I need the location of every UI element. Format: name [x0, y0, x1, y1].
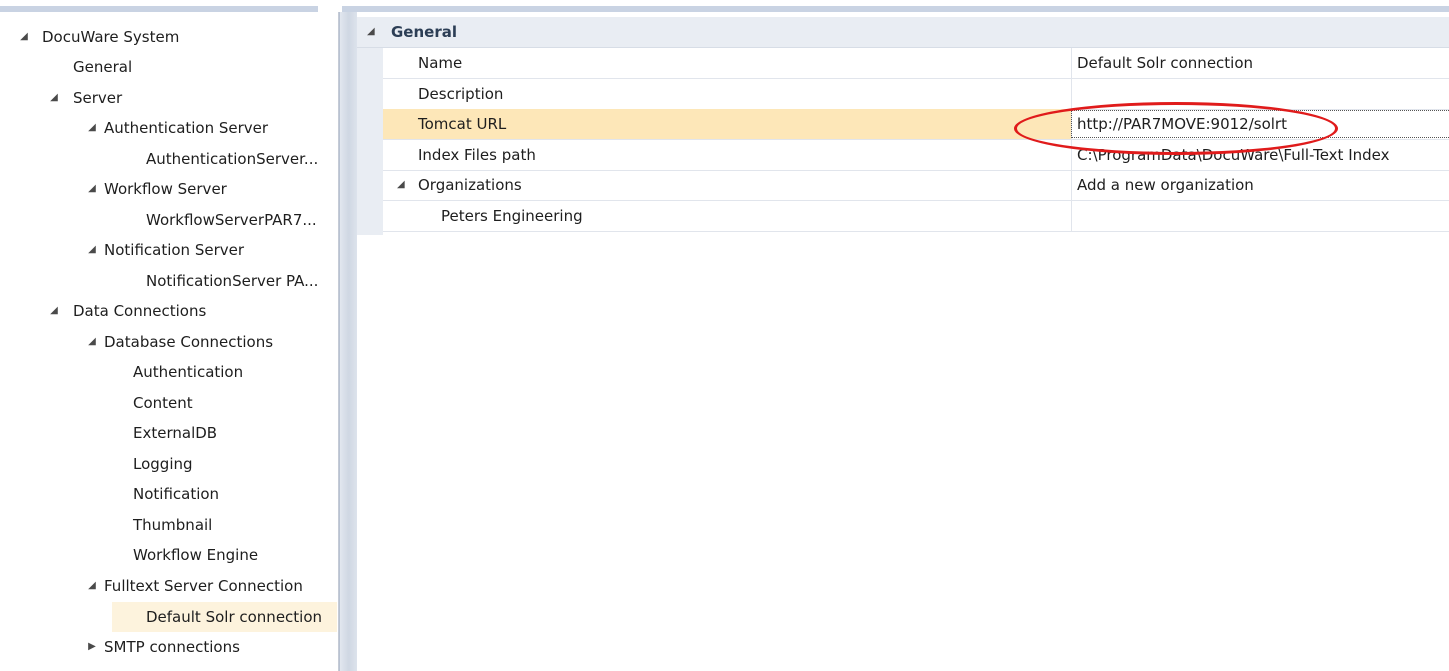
property-value-name[interactable]: Default Solr connection: [1072, 48, 1449, 78]
tree-node-db-workflow-engine[interactable]: Workflow Engine: [133, 540, 258, 570]
expanded-icon[interactable]: ◢: [86, 174, 98, 204]
tree-node-db-content[interactable]: Content: [133, 388, 193, 418]
expanded-icon[interactable]: ◢: [86, 571, 98, 601]
property-row-peters-engineering[interactable]: Peters Engineering: [383, 201, 1449, 232]
expanded-icon[interactable]: ◢: [18, 22, 30, 52]
tree-node-notification-server-child[interactable]: NotificationServer PA...: [146, 266, 318, 296]
top-strip: [0, 0, 1449, 12]
navigation-tree: ◢ DocuWare System General ◢ Server ◢ Aut…: [0, 12, 339, 671]
tree-node-default-solr-connection[interactable]: Default Solr connection: [112, 602, 337, 632]
expanded-icon[interactable]: ◢: [86, 327, 98, 357]
property-row-name[interactable]: Name Default Solr connection: [383, 48, 1449, 79]
property-value-peters-engineering[interactable]: [1072, 201, 1449, 231]
collapsed-icon[interactable]: ▶: [86, 632, 98, 662]
property-value-index-files-path[interactable]: C:\ProgramData\DocuWare\Full-Text Index: [1072, 140, 1449, 170]
property-value-description[interactable]: [1072, 79, 1449, 109]
expanded-icon[interactable]: ◢: [86, 235, 98, 265]
expanded-icon[interactable]: ◢: [48, 83, 60, 113]
grid-gutter: [357, 48, 383, 235]
tree-node-db-notification[interactable]: Notification: [133, 479, 219, 509]
expanded-icon[interactable]: ◢: [367, 17, 375, 47]
panel-splitter[interactable]: [339, 12, 358, 671]
expanded-icon[interactable]: ◢: [397, 170, 405, 200]
property-row-index-files-path[interactable]: Index Files path C:\ProgramData\DocuWare…: [383, 140, 1449, 171]
property-row-description[interactable]: Description: [383, 79, 1449, 110]
expanded-icon[interactable]: ◢: [86, 113, 98, 143]
tree-node-workflow-server-child[interactable]: WorkflowServerPAR7...: [146, 205, 317, 235]
property-row-tomcat-url[interactable]: Tomcat URL http://PAR7MOVE:9012/solrt: [383, 109, 1449, 140]
tree-node-db-thumbnail[interactable]: Thumbnail: [133, 510, 212, 540]
expanded-icon[interactable]: ◢: [48, 296, 60, 326]
property-row-organizations[interactable]: ◢ Organizations Add a new organization: [383, 170, 1449, 201]
tree-node-db-authentication[interactable]: Authentication: [133, 357, 243, 387]
tomcat-url-input[interactable]: http://PAR7MOVE:9012/solrt: [1071, 110, 1449, 138]
property-grid: ◢ General Name Default Solr connection D…: [357, 12, 1449, 671]
tree-node-db-externaldb[interactable]: ExternalDB: [133, 418, 217, 448]
category-general[interactable]: ◢ General: [357, 17, 1449, 48]
add-organization-link[interactable]: Add a new organization: [1072, 170, 1449, 200]
tree-node-db-logging[interactable]: Logging: [133, 449, 193, 479]
tree-node-general[interactable]: General: [73, 52, 132, 82]
tree-node-authentication-server-child[interactable]: AuthenticationServer...: [146, 144, 318, 174]
